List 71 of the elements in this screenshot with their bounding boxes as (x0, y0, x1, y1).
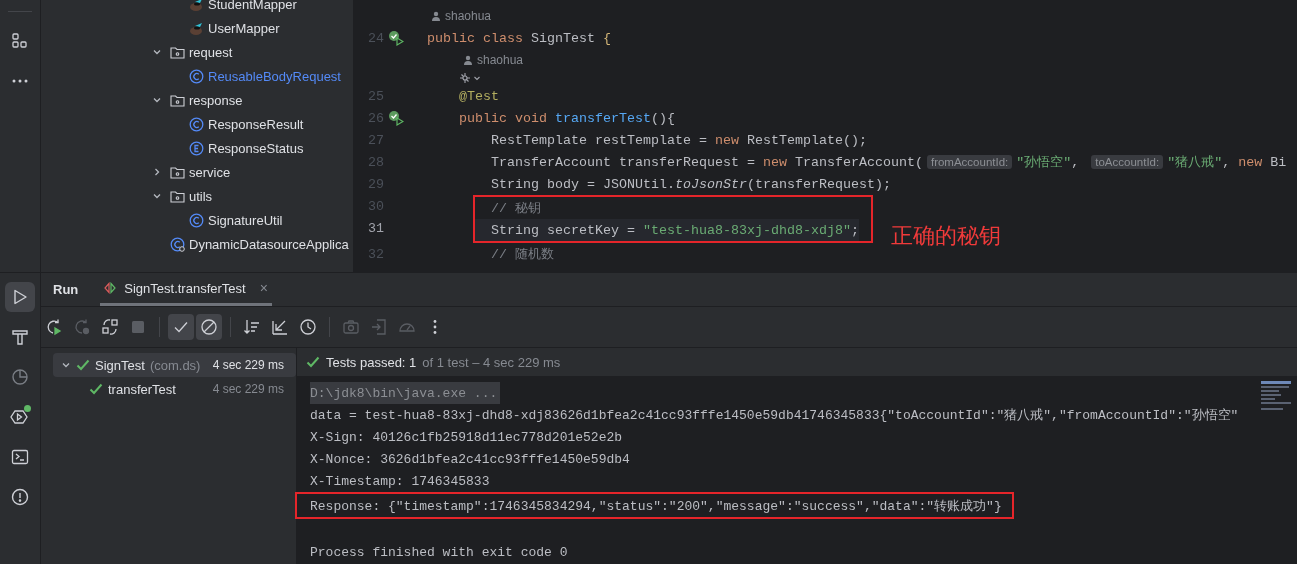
console-line: X-Sign: 40126c1fb25918d11ec778d201e52e2b (310, 428, 623, 447)
chevron-icon[interactable] (473, 74, 481, 82)
swirl-icon[interactable] (459, 72, 471, 84)
test-name[interactable]: SignTest (95, 357, 145, 373)
tree-item[interactable]: utils (189, 188, 213, 204)
close-button[interactable]: × (259, 280, 268, 296)
folder-icon (170, 165, 185, 179)
test-duration: 4 sec 229 ms (212, 382, 284, 396)
tree-item[interactable]: UserMapper (208, 20, 280, 36)
tree-item[interactable]: StudentMapper (208, 0, 297, 12)
tree-item[interactable]: ReusableBodyRequest (208, 68, 341, 84)
class-icon (189, 212, 204, 228)
minimap-drawing (1261, 381, 1291, 413)
chevron-icon[interactable] (152, 47, 162, 57)
more-icon[interactable] (433, 319, 437, 335)
history-icon[interactable] (299, 318, 317, 336)
code-line: RestTemplate restTemplate = new RestTemplate(); (491, 132, 867, 148)
callout-text: 正确的秘钥 (890, 223, 1001, 249)
status-text: Tests passed: 1 (326, 354, 417, 370)
collapse-icon[interactable] (271, 318, 289, 336)
chevron-icon[interactable] (61, 360, 71, 370)
author-hint[interactable]: shaohua (445, 9, 492, 23)
run-test-icon[interactable] (388, 30, 404, 46)
run-icon[interactable] (5, 282, 35, 312)
folder-icon (170, 93, 185, 107)
tree-item[interactable]: response (189, 92, 243, 108)
code-line: @Test (459, 88, 499, 104)
code-line: // 随机数 (491, 246, 554, 263)
code-line: // 秘钥 (491, 200, 541, 217)
class-icon (189, 116, 204, 132)
triangles-icon (104, 282, 117, 294)
rerun-icon[interactable] (45, 318, 63, 336)
chevron-icon[interactable] (152, 167, 162, 177)
line-number: 31 (367, 220, 384, 236)
code-line: public class SignTest { (427, 30, 611, 46)
run-tab[interactable]: SignTest.transferTest × (100, 273, 272, 306)
tree-item[interactable]: SignatureUtil (208, 212, 283, 228)
tree-item[interactable]: request (189, 44, 233, 60)
sort-icon[interactable] (243, 318, 261, 336)
folder-icon (170, 45, 185, 59)
tab-label: SignTest.transferTest (124, 280, 246, 296)
tree-item[interactable]: service (189, 164, 231, 180)
test-duration: 4 sec 229 ms (212, 358, 284, 372)
package-name: (com.ds) (149, 357, 201, 373)
code-line: public void transferTest(){ (459, 110, 675, 126)
bird-icon (189, 0, 204, 12)
code-line: TransferAccount transferRequest = new TransferAccount( fromAccountId: "孙悟空", toAccountId: "猪八戒", new Bi (491, 154, 1287, 171)
author-hint[interactable]: shaohua (477, 53, 524, 67)
panel-title: Run (53, 281, 79, 299)
person-icon (431, 11, 441, 21)
code-line: String body = JSONUtil.toJsonStr(transferRequest); (491, 176, 891, 192)
class-icon (189, 68, 204, 84)
status-detail: of 1 test – 4 sec 229 ms (422, 354, 561, 370)
tree-item[interactable]: ResponseResult (208, 116, 304, 132)
code-line: String secretKey = "test-hua8-83xj-dhd8-xdj8"; (491, 222, 859, 238)
bird-icon (189, 20, 204, 36)
tree-item[interactable]: DynamicDatasourceApplica (189, 236, 349, 252)
auto-test-icon[interactable] (101, 318, 119, 336)
console-line: Process finished with exit code 0 (310, 543, 568, 562)
console-line: X-Nonce: 3626d1bfea2c41cc93fffe1450e59db4 (310, 450, 630, 469)
enum-icon (189, 140, 204, 156)
console-line: data = test-hua8-83xj-dhd8-xdj83626d1bfea2c41cc93fffe1450e59db41746345833{"toAccountId":"猪八戒","fromAccountId":"孙悟空" (310, 407, 1239, 425)
chevron-icon[interactable] (152, 191, 162, 201)
run-test-icon[interactable] (388, 110, 404, 126)
console-line: X-Timestamp: 1746345833 (310, 472, 490, 491)
test-name[interactable]: transferTest (108, 381, 176, 397)
folder-icon (170, 189, 185, 203)
chevron-icon[interactable] (152, 95, 162, 105)
person-icon (463, 55, 473, 65)
class-icon (170, 236, 185, 252)
tree-item[interactable]: ResponseStatus (208, 140, 304, 156)
